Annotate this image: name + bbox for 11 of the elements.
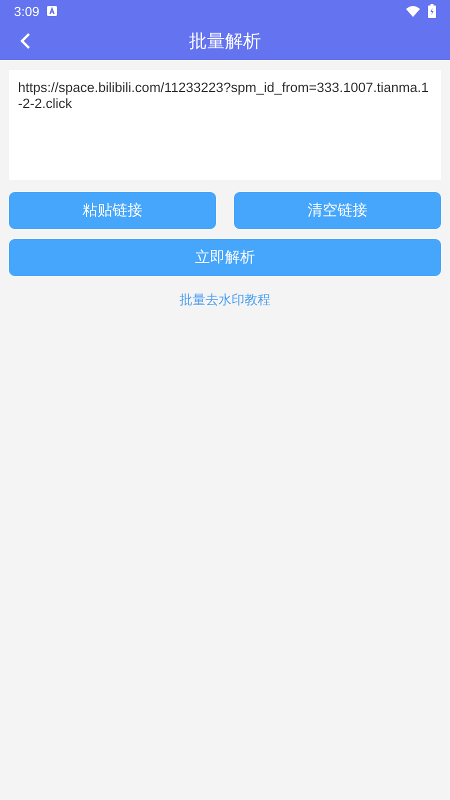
- wifi-icon: [406, 6, 420, 16]
- page-title: 批量解析: [189, 30, 261, 53]
- notification-icon: [47, 6, 58, 16]
- battery-icon: [428, 4, 436, 18]
- status-time: 3:09: [14, 4, 40, 18]
- back-icon[interactable]: [19, 32, 31, 50]
- paste-link-button[interactable]: 粘贴链接: [9, 192, 216, 229]
- tutorial-link[interactable]: 批量去水印教程: [180, 291, 270, 309]
- clear-link-button[interactable]: 清空链接: [234, 192, 441, 229]
- parse-button[interactable]: 立即解析: [9, 239, 441, 276]
- link-input-field[interactable]: https://space.bilibili.com/11233223?spm_id_from=333.1007.tianma.1-2-2.click: [9, 70, 441, 180]
